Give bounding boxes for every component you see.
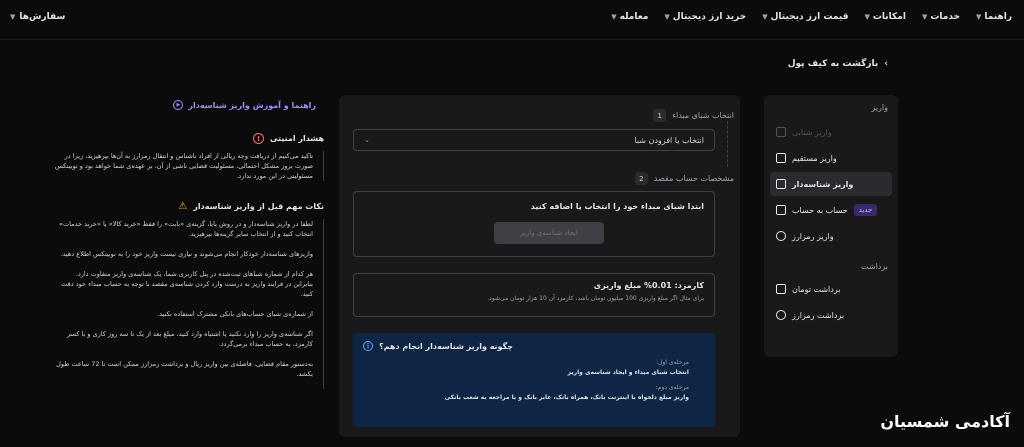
- orders-label: سفارش‌ها: [19, 12, 66, 22]
- tip-item: لطفا در واریز شناسه‌دار و در روش پایا، گ…: [59, 220, 313, 238]
- chevron-down-icon: ▼: [10, 13, 16, 21]
- step-1-label: انتخاب شبای مبداء: [672, 111, 734, 120]
- main-menu: معامله ▼ خرید ارز دیجیتال ▼ قیمت ارز دیجیت…: [611, 12, 1012, 22]
- new-badge: جدید: [853, 204, 878, 216]
- how-to-title: i چگونه واریز شناسه‌دار انجام دهم؟: [363, 341, 705, 351]
- chevron-down-icon: ▼: [921, 13, 928, 21]
- deposit-form-panel: 1 انتخاب شبای مبداء انتخاب یا افزودن شبا…: [339, 95, 740, 437]
- upload-icon: [776, 310, 786, 320]
- security-warning-title: ! هشدار امنیتی: [252, 133, 324, 144]
- tips-body: لطفا در واریز شناسه‌دار و در روش پایا، گ…: [54, 219, 324, 389]
- step-2-label: مشخصات حساب مقصد: [653, 174, 734, 183]
- checkbox-icon: [776, 179, 786, 189]
- chevron-down-icon: ▼: [611, 13, 617, 21]
- watermark-text: آکادمی شمسیان: [880, 412, 1010, 431]
- fee-description: برای مثال اگر مبلغ واریزی 100 میلیون توم…: [487, 295, 704, 302]
- bank-icon: [776, 205, 786, 215]
- stage-2-text: واریز مبلغ دلخواه با اینترنت بانک، همراه…: [444, 394, 689, 401]
- nav-item-buy-crypto[interactable]: خرید ارز دیجیتال ▼: [664, 12, 746, 22]
- chevron-down-icon: ▼: [976, 13, 982, 21]
- select-placeholder: انتخاب یا افزودن شبا: [634, 135, 704, 145]
- alert-circle-icon: !: [252, 133, 264, 144]
- stage-1-label: مرحله‌ی اول:: [656, 359, 689, 366]
- stage-2-label: مرحله‌ی دوم:: [655, 384, 689, 391]
- tip-item: هر کدام از شماره شباهای ثبت‌شده در پنل ک…: [61, 270, 313, 298]
- sidebar-item-crypto-deposit[interactable]: واریز رمزارز: [770, 224, 892, 248]
- source-iban-select[interactable]: انتخاب یا افزودن شبا ⌄: [353, 129, 715, 151]
- how-to-box: i چگونه واریز شناسه‌دار انجام دهم؟ مرحله…: [353, 333, 715, 427]
- security-warning-body: تاکید می‌کنیم از دریافت وجه ریالی از افر…: [54, 151, 324, 181]
- step-1: 1 انتخاب شبای مبداء: [653, 109, 734, 122]
- play-icon: ▶: [173, 100, 184, 110]
- nav-item-trade[interactable]: معامله ▼: [611, 12, 648, 22]
- chevron-down-icon: ▼: [664, 13, 670, 21]
- nav-item-features[interactable]: امکانات ▼: [864, 12, 905, 22]
- sidebar-item-crypto-withdraw[interactable]: برداشت رمزارز: [770, 303, 892, 327]
- tip-item: اگر شناسه‌ی واریز را وارد نکنید یا اشتبا…: [66, 330, 313, 348]
- withdraw-heading: برداشت: [861, 262, 888, 271]
- tip-item: واریزهای شناسه‌دار خودکار انجام می‌شوند …: [60, 250, 313, 258]
- stage-1-text: انتخاب شبای مبداء و ایجاد شناسه‌ی واریز: [567, 369, 689, 376]
- sidebar-item-id-deposit[interactable]: واریز شناسه‌دار: [770, 172, 892, 196]
- nav-item-guide[interactable]: راهنما ▼: [976, 12, 1012, 22]
- sidebar-item-direct-deposit[interactable]: واریز مستقیم: [770, 146, 892, 170]
- download-icon: [776, 231, 786, 241]
- chevron-down-icon: ▼: [762, 13, 768, 21]
- fee-title: کارمزد: 0.01% مبلغ واریزی: [593, 281, 704, 290]
- create-deposit-id-button[interactable]: ایجاد شناسه‌ی واریز: [494, 222, 604, 244]
- top-navbar: سفارش‌ها ▼ معامله ▼ خرید ارز دیجیتال ▼ قیم…: [0, 0, 1024, 40]
- nav-item-crypto-price[interactable]: قیمت ارز دیجیتال ▼: [762, 12, 848, 22]
- destination-hint: ابتدا شبای مبداء خود را انتخاب یا اضافه …: [530, 202, 704, 211]
- tips-title: ⚠ نکات مهم قبل از واریز شناسه‌دار: [178, 201, 324, 212]
- tip-item: از شماره‌ی شبای حساب‌های بانکی مشترک است…: [157, 310, 313, 318]
- info-icon: i: [363, 341, 373, 351]
- deposit-sidebar: واریز واریز شتابی واریز مستقیم واریز شنا…: [764, 95, 898, 357]
- guide-video-link[interactable]: ▶ راهنما و آموزش واریز شناسه‌دار: [173, 100, 316, 110]
- nav-item-services[interactable]: خدمات ▼: [922, 12, 960, 22]
- chevron-down-icon: ▼: [864, 13, 870, 21]
- bank-icon: [776, 284, 786, 294]
- chevron-right-icon: ›: [884, 59, 888, 69]
- step-connector: [727, 121, 728, 167]
- back-to-wallet-link[interactable]: › بازگشت به کیف پول: [788, 59, 888, 69]
- destination-account-box: ابتدا شبای مبداء خود را انتخاب یا اضافه …: [353, 191, 715, 257]
- deposit-heading: واریز: [871, 103, 888, 112]
- back-label: بازگشت به کیف پول: [787, 59, 879, 69]
- card-icon: [776, 127, 786, 137]
- card-icon: [776, 153, 786, 163]
- sidebar-item-account-transfer[interactable]: حساب به حساب جدید: [770, 198, 892, 222]
- guide-panel: ▶ راهنما و آموزش واریز شناسه‌دار ! هشدار…: [36, 95, 324, 445]
- warning-triangle-icon: ⚠: [178, 201, 188, 212]
- sidebar-item-instant-deposit[interactable]: واریز شتابی: [770, 120, 892, 144]
- sidebar-item-toman-withdraw[interactable]: برداشت تومان: [770, 277, 892, 301]
- fee-box: کارمزد: 0.01% مبلغ واریزی برای مثال اگر …: [353, 273, 715, 317]
- step-2: 2 مشخصات حساب مقصد: [634, 172, 734, 185]
- orders-menu[interactable]: سفارش‌ها ▼: [10, 12, 65, 22]
- tip-item: به‌دستور مقام قضایی، فاصله‌ی بین واریز ر…: [56, 360, 313, 378]
- chevron-down-icon: ⌄: [364, 136, 370, 144]
